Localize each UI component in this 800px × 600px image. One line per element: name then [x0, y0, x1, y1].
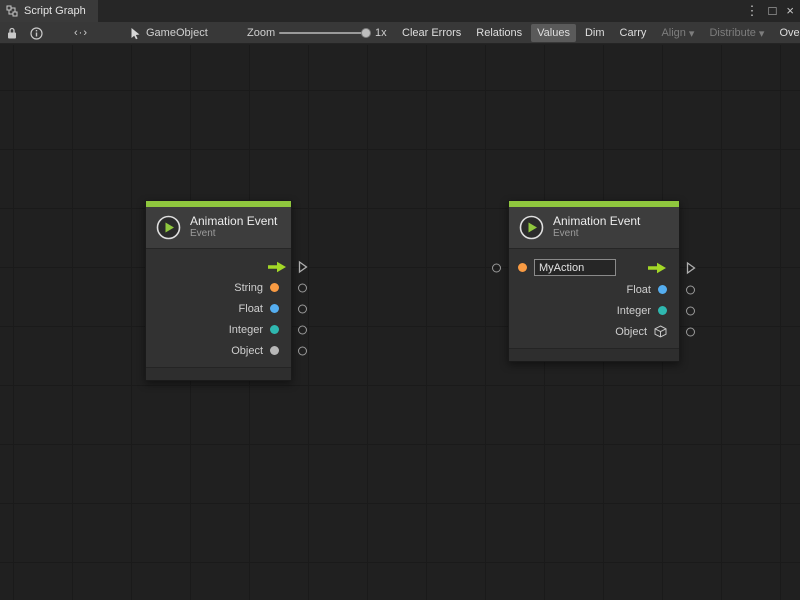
dim-button[interactable]: Dim [579, 24, 611, 42]
maximize-icon[interactable]: □ [769, 0, 777, 22]
node-footer [509, 348, 679, 361]
integer-type-dot [658, 306, 667, 315]
align-label: Align [661, 27, 685, 39]
titlebar: Script Graph ⋮ □ × [0, 0, 800, 22]
script-graph-window: Script Graph ⋮ □ × ‹·› [0, 0, 800, 600]
integer-output-port[interactable] [686, 306, 695, 315]
node-animation-event-2[interactable]: Animation Event Event [508, 200, 680, 362]
node-title: Animation Event [190, 214, 277, 228]
string-output-port[interactable] [298, 283, 307, 292]
zoom-slider[interactable] [279, 22, 369, 44]
string-type-dot [270, 283, 279, 292]
toolbar-buttons: Clear Errors Relations Values Dim Carry … [396, 22, 800, 44]
port-label-integer: Integer [229, 324, 263, 336]
relations-button[interactable]: Relations [470, 24, 528, 42]
window-menu-icon[interactable]: ⋮ [746, 0, 759, 22]
port-label-float: Float [239, 303, 263, 315]
window-controls: ⋮ □ × [746, 0, 794, 22]
node-animation-event-1[interactable]: Animation Event Event [145, 200, 292, 381]
tab-label: Script Graph [24, 5, 86, 17]
port-label-float: Float [627, 284, 651, 296]
port-row-string: String [146, 277, 291, 298]
code-view-icon[interactable]: ‹·› [74, 22, 88, 44]
port-row-integer: Integer [146, 319, 291, 340]
port-row-float: Float [509, 279, 679, 300]
gameobject-context[interactable]: GameObject [130, 22, 208, 44]
port-label-object: Object [231, 345, 263, 357]
float-type-dot [658, 285, 667, 294]
lock-icon[interactable] [6, 22, 18, 44]
string-type-dot [518, 263, 527, 272]
port-row-object: Object [146, 340, 291, 361]
integer-output-port[interactable] [298, 325, 307, 334]
event-play-icon [156, 215, 181, 240]
node-footer [146, 367, 291, 380]
chevron-down-icon: ▾ [759, 27, 765, 40]
close-icon[interactable]: × [786, 0, 794, 22]
zoom-value: 1x [375, 22, 387, 44]
zoom-label: Zoom [247, 22, 275, 44]
node-subtitle: Event [190, 228, 277, 240]
distribute-button[interactable]: Distribute ▾ [703, 24, 770, 42]
object-output-port[interactable] [298, 346, 307, 355]
object-output-port[interactable] [686, 327, 695, 336]
toolbar: ‹·› GameObject Zoom 1x Clear Errors Rela… [0, 22, 800, 44]
info-icon[interactable] [30, 22, 43, 44]
port-label-object: Object [615, 326, 647, 338]
flow-output-port[interactable] [298, 260, 308, 273]
carry-button[interactable]: Carry [614, 24, 653, 42]
distribute-label: Distribute [709, 27, 755, 39]
flow-arrow-icon [267, 261, 287, 273]
float-type-dot [270, 304, 279, 313]
flow-output-port[interactable] [686, 261, 696, 274]
tab-script-graph[interactable]: Script Graph [0, 0, 98, 22]
port-label-integer: Integer [617, 305, 651, 317]
clear-errors-button[interactable]: Clear Errors [396, 24, 467, 42]
node-header[interactable]: Animation Event Event [146, 207, 291, 249]
node-subtitle: Event [553, 228, 640, 240]
graph-canvas[interactable]: Animation Event Event [0, 45, 800, 600]
port-row-object: Object [509, 321, 679, 342]
overview-button[interactable]: Overview [773, 24, 800, 42]
port-row-action-input [509, 256, 679, 279]
node-body: Float Integer Object [509, 249, 679, 348]
port-row-flow-out [146, 256, 291, 277]
align-button[interactable]: Align ▾ [655, 24, 700, 42]
float-output-port[interactable] [298, 304, 307, 313]
node-header[interactable]: Animation Event Event [509, 207, 679, 249]
float-output-port[interactable] [686, 285, 695, 294]
action-name-input[interactable] [534, 259, 616, 276]
graph-icon [6, 5, 18, 17]
node-body: String Float Integer Object [146, 249, 291, 367]
port-row-integer: Integer [509, 300, 679, 321]
event-play-icon [519, 215, 544, 240]
gameobject-label: GameObject [146, 27, 208, 39]
values-button[interactable]: Values [531, 24, 576, 42]
cube-icon [654, 325, 667, 338]
action-input-port[interactable] [492, 263, 501, 272]
node-title: Animation Event [553, 214, 640, 228]
object-type-dot [270, 346, 279, 355]
integer-type-dot [270, 325, 279, 334]
zoom-slider-handle[interactable] [361, 28, 371, 38]
chevron-down-icon: ▾ [689, 27, 695, 40]
cursor-icon [130, 27, 141, 40]
port-label-string: String [234, 282, 263, 294]
port-row-float: Float [146, 298, 291, 319]
zoom-slider-track[interactable] [279, 32, 369, 34]
flow-arrow-icon [647, 262, 667, 274]
